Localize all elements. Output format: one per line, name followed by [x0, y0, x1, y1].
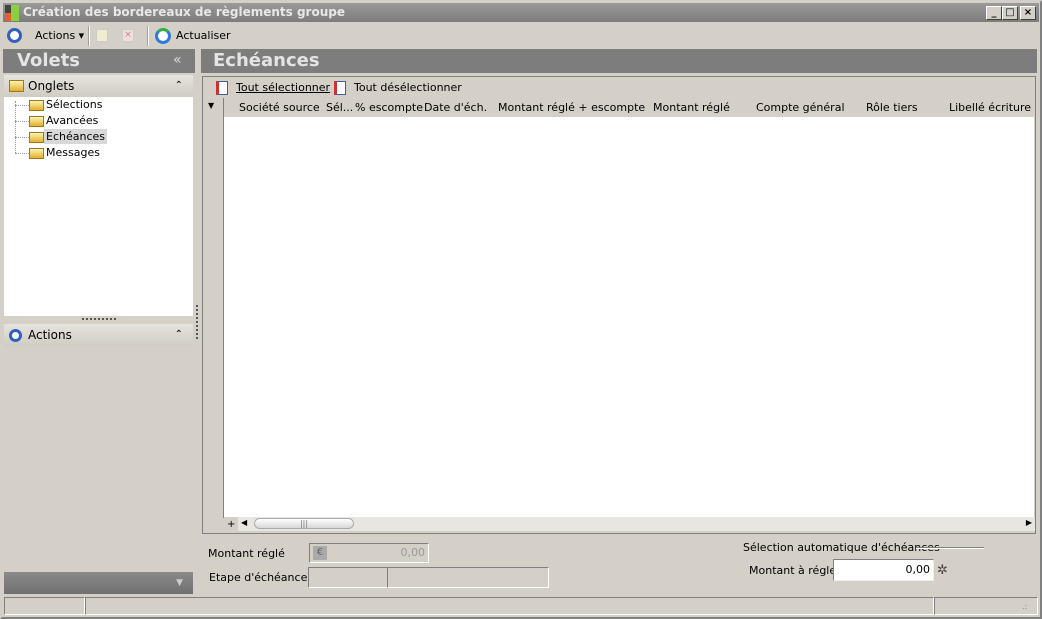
minimize-button[interactable]: _ [986, 6, 1002, 20]
left-pane-title: Volets [3, 49, 195, 73]
close-button[interactable]: × [1020, 6, 1036, 20]
actions-label: Actions [35, 29, 76, 42]
maximize-button[interactable]: □ [1002, 6, 1018, 20]
amount-paid-field: € 0,00 [309, 543, 429, 563]
refresh-button[interactable]: Actualiser [176, 24, 231, 47]
splitter-handle[interactable] [82, 318, 116, 320]
column-header[interactable]: Libellé écriture [949, 98, 1031, 117]
scroll-right-icon[interactable]: ▶ [1026, 518, 1032, 527]
column-header[interactable]: Date d'éch. [424, 98, 487, 117]
collapse-pane-button[interactable]: « [173, 52, 182, 68]
deselect-all-button[interactable]: Tout désélectionner [354, 80, 462, 96]
tree-item-echeances[interactable]: Echéances [44, 129, 107, 144]
main-title: Echéances [201, 49, 1037, 73]
step-label: Etape d'échéances [209, 571, 314, 584]
tabs-section-label: Onglets [28, 79, 75, 93]
step-field-2 [387, 567, 549, 588]
toolbar-separator [147, 26, 149, 46]
folder-icon [29, 116, 44, 127]
new-icon[interactable] [96, 29, 108, 42]
chevron-up-icon[interactable]: ⌃ [175, 324, 183, 346]
column-header[interactable]: Société source [239, 98, 320, 117]
column-header[interactable]: Rôle tiers [866, 98, 918, 117]
add-row-button[interactable]: + [227, 519, 235, 530]
tree-item-selections[interactable]: Sélections [44, 97, 104, 112]
auto-selection-group-label: Sélection automatique d'échéances [743, 541, 940, 554]
tabs-section-header[interactable]: Onglets ⌃ [4, 75, 193, 97]
horizontal-scrollbar[interactable]: ◀ ||| ▶ [238, 517, 1035, 531]
scroll-thumb[interactable]: ||| [254, 518, 354, 529]
folder-icon [29, 100, 44, 111]
column-header[interactable]: Compte général [756, 98, 845, 117]
actions-section-label: Actions [28, 328, 72, 342]
column-header[interactable]: Montant réglé + escompte [498, 98, 645, 117]
column-chooser-dropdown-icon[interactable]: ▼ [208, 101, 214, 110]
tabs-tree: Sélections Avancées Echéances Messages [4, 97, 193, 316]
status-panel [4, 597, 85, 615]
status-panel [85, 597, 934, 615]
app-logo-icon [5, 5, 19, 21]
pane-footer-chevron-down-icon[interactable]: ▼ [4, 572, 193, 594]
folder-icon [29, 148, 44, 159]
column-header[interactable]: Sél... [326, 98, 353, 117]
actions-icon [9, 329, 22, 342]
actions-menu-icon[interactable] [7, 28, 22, 43]
actions-section-header[interactable]: Actions ⌃ [4, 324, 193, 346]
row-selector-gutter [204, 98, 224, 518]
euro-icon: € [313, 546, 327, 560]
deselect-all-icon [334, 81, 346, 95]
tree-item-messages[interactable]: Messages [44, 145, 102, 160]
actions-menu-button[interactable]: Actions ▾ [35, 24, 84, 47]
folder-open-icon [29, 132, 44, 143]
tree-item-avancees[interactable]: Avancées [44, 113, 100, 128]
amount-paid-label: Montant réglé [208, 547, 285, 560]
select-all-button[interactable]: Tout sélectionner [236, 80, 330, 96]
grid-body[interactable] [224, 117, 1034, 517]
resize-grip-icon[interactable]: .: [1022, 603, 1027, 611]
step-field-1 [308, 567, 388, 588]
delete-icon[interactable]: × [122, 29, 134, 42]
toolbar-separator [88, 26, 90, 46]
amount-to-pay-label: Montant à régler [749, 564, 841, 577]
column-header[interactable]: % escompte [355, 98, 423, 117]
group-divider [916, 547, 984, 549]
vertical-splitter[interactable] [196, 305, 198, 339]
select-all-icon [216, 81, 228, 95]
folder-icon [9, 80, 24, 92]
gear-icon[interactable]: ✲ [937, 564, 948, 577]
chevron-up-icon[interactable]: ⌃ [175, 75, 183, 97]
column-header[interactable]: Montant réglé [653, 98, 730, 117]
scroll-left-icon[interactable]: ◀ [241, 518, 247, 527]
window-title: Création des bordereaux de règlements gr… [3, 3, 1039, 22]
amount-to-pay-input[interactable]: 0,00 [833, 559, 934, 581]
amount-paid-value: 0,00 [400, 546, 426, 559]
refresh-icon[interactable] [155, 28, 171, 44]
